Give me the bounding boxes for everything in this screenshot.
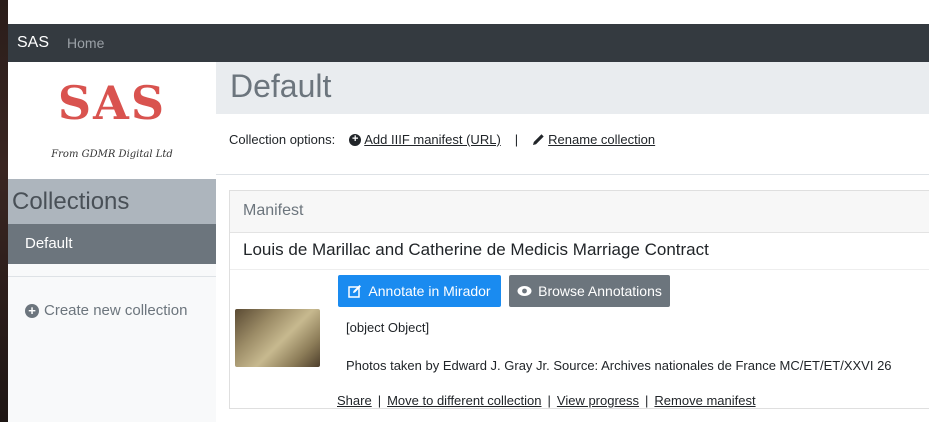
page-header: Default	[216, 62, 929, 114]
plus-circle-icon: +	[349, 133, 362, 146]
manifest-description: Photos taken by Edward J. Gray Jr. Sourc…	[346, 358, 892, 373]
card-header-label: Manifest	[243, 202, 304, 219]
page-title: Default	[230, 68, 332, 104]
manifest-actions: Share | Move to different collection | View …	[337, 393, 756, 408]
object-text: [object Object]	[346, 320, 430, 335]
navbar: SAS Home	[8, 24, 929, 62]
move-collection-link[interactable]: Move to different collection	[387, 393, 541, 408]
sidebar-divider	[8, 276, 216, 277]
annotate-button-label: Annotate in Mirador	[368, 283, 491, 299]
manifest-thumbnail[interactable]	[235, 309, 320, 367]
options-separator: |	[514, 132, 519, 147]
sidebar-item-default[interactable]: Default	[8, 224, 216, 264]
create-collection-label: Create new collection	[44, 302, 188, 319]
background-edge	[0, 0, 8, 422]
actions-separator: |	[547, 393, 551, 408]
manifest-title: Louis de Marillac and Catherine de Medic…	[243, 240, 709, 259]
eye-icon	[517, 286, 532, 296]
view-progress-link[interactable]: View progress	[557, 393, 639, 408]
edit-icon	[348, 285, 362, 298]
actions-separator: |	[645, 393, 649, 408]
collection-options: Collection options: + Add IIIF manifest …	[229, 132, 655, 147]
browse-annotations-button[interactable]: Browse Annotations	[509, 275, 670, 307]
logo-subtitle: From GDMR Digital Ltd	[51, 149, 173, 160]
share-link[interactable]: Share	[337, 393, 372, 408]
remove-manifest-link[interactable]: Remove manifest	[654, 393, 755, 408]
collection-options-label: Collection options:	[229, 132, 336, 147]
logo-title: SAS	[57, 76, 167, 130]
logo: SAS From GDMR Digital Ltd	[8, 62, 216, 179]
add-manifest-label: Add IIIF manifest (URL)	[364, 132, 501, 147]
pencil-icon	[533, 134, 544, 145]
nav-home-link[interactable]: Home	[67, 35, 104, 51]
add-manifest-link[interactable]: + Add IIIF manifest (URL)	[349, 132, 501, 147]
sidebar: SAS From GDMR Digital Ltd Collections De…	[8, 62, 216, 422]
top-strip	[8, 0, 929, 24]
annotate-in-mirador-button[interactable]: Annotate in Mirador	[338, 275, 501, 307]
header-divider	[216, 174, 929, 175]
title-divider	[230, 269, 929, 270]
plus-circle-icon: +	[25, 303, 39, 318]
navbar-brand[interactable]: SAS	[17, 34, 49, 52]
rename-collection-label: Rename collection	[548, 132, 656, 147]
actions-separator: |	[377, 393, 382, 408]
manifest-card-header: Manifest	[230, 191, 929, 233]
manifest-card: Manifest Louis de Marillac and Catherine…	[229, 190, 929, 409]
collections-header: Collections	[8, 179, 216, 224]
rename-collection-link[interactable]: Rename collection	[532, 132, 655, 147]
browse-button-label: Browse Annotations	[538, 283, 662, 299]
create-collection-link[interactable]: + Create new collection	[25, 302, 187, 319]
